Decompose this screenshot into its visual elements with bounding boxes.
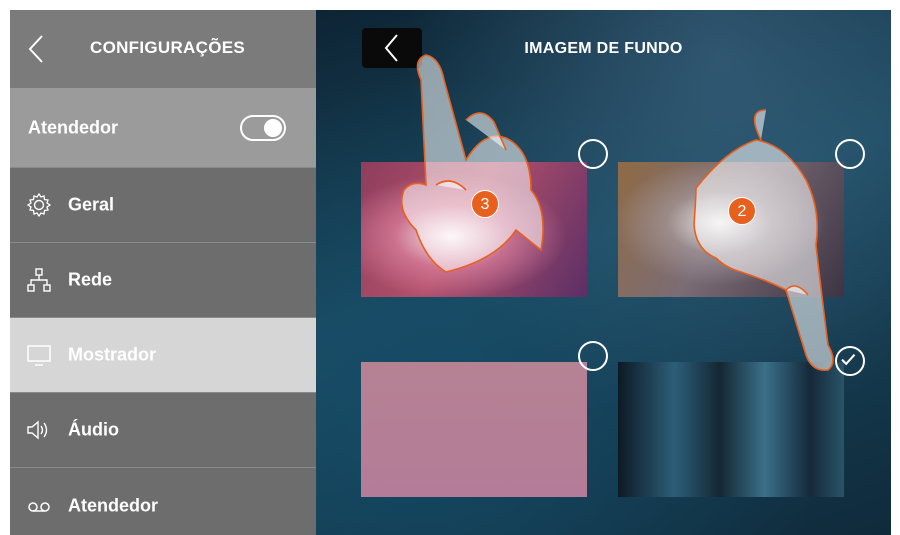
back-chevron-icon[interactable] (26, 34, 48, 64)
sidebar-item-mostrador[interactable]: Mostrador (10, 318, 316, 393)
page-title: IMAGEM DE FUNDO (524, 40, 683, 57)
answering-machine-toggle[interactable] (240, 115, 286, 141)
background-option-2[interactable] (618, 162, 844, 297)
monitor-icon (27, 345, 51, 366)
sidebar-title: CONFIGURAÇÕES (90, 38, 246, 57)
sidebar-item-label: Áudio (68, 419, 119, 440)
speaker-icon (27, 420, 48, 440)
sidebar-item-label: Atendedor (28, 117, 118, 137)
background-radio-3[interactable] (578, 341, 608, 371)
sidebar-header: CONFIGURAÇÕES (10, 10, 316, 88)
gear-icon (26, 192, 52, 218)
background-option-4[interactable] (618, 362, 844, 497)
voicemail-icon (28, 501, 50, 512)
sidebar-item-geral[interactable]: Geral (10, 168, 316, 243)
sidebar-item-audio[interactable]: Áudio (10, 393, 316, 468)
background-image-panel: IMAGEM DE FUNDO 3 2 (316, 10, 891, 535)
sidebar-item-label: Rede (68, 269, 113, 290)
step-badge-3: 3 (471, 190, 499, 218)
settings-sidebar: CONFIGURAÇÕES Atendedor Geral Rede Mostr… (10, 10, 316, 535)
background-radio-2[interactable] (835, 139, 865, 169)
device-screen: CONFIGURAÇÕES Atendedor Geral Rede Mostr… (10, 10, 891, 535)
sidebar-item-answering-toggle[interactable]: Atendedor (10, 88, 316, 168)
background-option-1[interactable] (361, 162, 587, 297)
sidebar-item-label: Geral (68, 194, 115, 215)
background-radio-4-selected[interactable] (835, 346, 865, 376)
step-badge-2: 2 (728, 197, 756, 225)
sidebar-item-atendedor[interactable]: Atendedor (10, 468, 316, 535)
network-icon (27, 268, 51, 292)
sidebar-item-label: Mostrador (68, 344, 157, 365)
background-radio-1[interactable] (578, 139, 608, 169)
sidebar-item-rede[interactable]: Rede (10, 243, 316, 318)
checkmark-icon (841, 353, 856, 366)
sidebar-item-label: Atendedor (68, 495, 158, 515)
background-option-3[interactable] (361, 362, 587, 497)
toggle-knob (264, 119, 282, 137)
